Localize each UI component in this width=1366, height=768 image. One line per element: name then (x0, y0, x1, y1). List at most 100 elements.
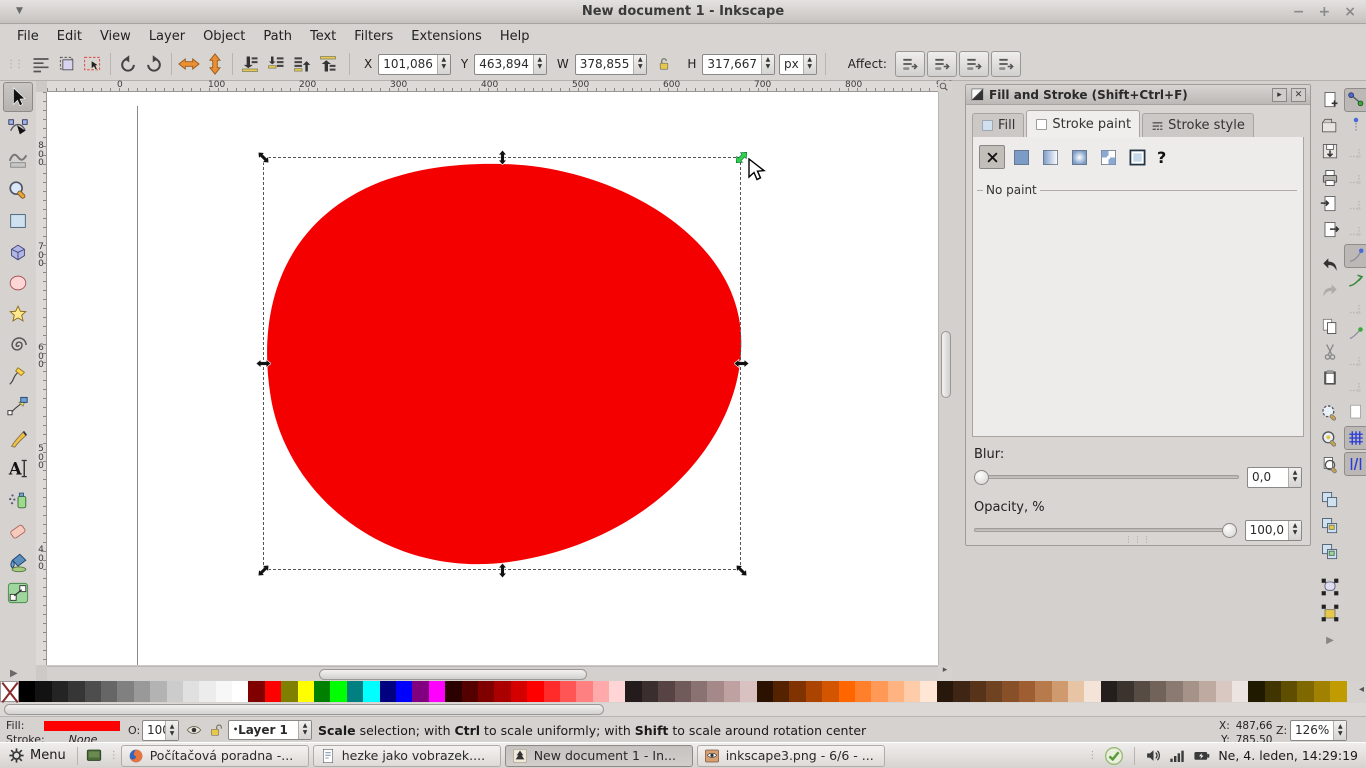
handle-n[interactable] (494, 149, 510, 165)
y-field[interactable]: 463,894▲▼ (474, 54, 547, 75)
deselect-icon[interactable] (80, 51, 106, 77)
palette-swatch[interactable] (544, 681, 560, 702)
palette-swatch[interactable] (330, 681, 346, 702)
network-signal-icon[interactable] (1169, 748, 1185, 764)
duplicate-button[interactable] (1318, 488, 1342, 512)
updates-ok-icon[interactable] (1104, 746, 1124, 766)
swatch-button[interactable] (1124, 145, 1150, 169)
import-document-button[interactable] (1318, 192, 1342, 216)
print-document-button[interactable] (1318, 166, 1342, 190)
palette-swatch[interactable] (888, 681, 904, 702)
zoom-selection-button[interactable] (1318, 401, 1342, 425)
palette-swatch[interactable] (314, 681, 330, 702)
battery-icon[interactable] (1192, 747, 1211, 764)
palette-swatch[interactable] (1199, 681, 1215, 702)
panel-detach-button[interactable]: ▸ (1272, 88, 1287, 102)
taskbar-window-image-viewer[interactable]: inkscape3.png - 6/6 - ... (697, 745, 885, 767)
palette-swatch[interactable] (757, 681, 773, 702)
snap-bounding-box-toggle[interactable] (1344, 114, 1366, 138)
palette-swatch[interactable] (970, 681, 986, 702)
palette-swatch[interactable] (691, 681, 707, 702)
save-document-button[interactable] (1318, 140, 1342, 164)
handle-s[interactable] (494, 562, 510, 578)
palette-swatch[interactable] (724, 681, 740, 702)
palette-swatch[interactable] (1330, 681, 1346, 702)
palette-swatch[interactable] (347, 681, 363, 702)
unknown-paint-button[interactable]: ? (1157, 148, 1166, 167)
palette-swatch[interactable] (920, 681, 936, 702)
palette-scroll-arrow[interactable]: ◂ (1359, 684, 1364, 695)
vertical-scrollbar[interactable] (938, 92, 952, 665)
align-dialog-button[interactable] (1318, 575, 1342, 599)
copy-button[interactable] (1318, 314, 1342, 338)
palette-scroll-thumb[interactable] (4, 704, 604, 715)
transform-stroke-toggle[interactable] (991, 51, 1021, 77)
layer-lock-icon[interactable] (208, 722, 224, 741)
commands-overflow-arrow[interactable]: ▶ (1326, 635, 1334, 646)
handle-nw[interactable] (255, 149, 271, 165)
palette-swatch[interactable] (871, 681, 887, 702)
snap-paths-toggle[interactable] (1344, 270, 1366, 294)
rectangle-tool[interactable] (3, 206, 33, 236)
palette-swatch[interactable] (1101, 681, 1117, 702)
horizontal-ruler[interactable]: 0100200300400500600700800900 (47, 81, 938, 92)
pattern-button[interactable] (1095, 145, 1121, 169)
tweak-tool[interactable] (3, 144, 33, 174)
snap-bbox-edges-toggle[interactable] (1344, 140, 1366, 164)
h-scroll-thumb[interactable] (319, 669, 587, 680)
menu-edit[interactable]: Edit (48, 26, 91, 47)
selector-tool[interactable] (3, 82, 33, 112)
palette-swatch[interactable] (740, 681, 756, 702)
snap-page-border-toggle[interactable] (1344, 400, 1366, 424)
palette-swatch[interactable] (707, 681, 723, 702)
spiral-tool[interactable] (3, 330, 33, 360)
layer-visibility-icon[interactable] (186, 722, 202, 741)
cut-button[interactable] (1318, 340, 1342, 364)
palette-swatch[interactable] (1084, 681, 1100, 702)
palette-swatch[interactable] (429, 681, 445, 702)
raise-icon[interactable] (289, 51, 315, 77)
export-document-button[interactable] (1318, 218, 1342, 242)
palette-swatch[interactable] (953, 681, 969, 702)
palette-swatch[interactable] (117, 681, 133, 702)
spray-tool[interactable] (3, 485, 33, 515)
palette-swatch[interactable] (363, 681, 379, 702)
window-menu-icon[interactable]: ▼ (16, 6, 23, 16)
w-field[interactable]: 378,855▲▼ (575, 54, 648, 75)
palette-swatch[interactable] (527, 681, 543, 702)
handle-w[interactable] (255, 355, 271, 371)
palette-swatch[interactable] (937, 681, 953, 702)
palette-swatch[interactable] (789, 681, 805, 702)
palette-swatch[interactable] (1216, 681, 1232, 702)
pen-tool[interactable] (3, 392, 33, 422)
palette-swatch[interactable] (609, 681, 625, 702)
palette-swatch[interactable] (150, 681, 166, 702)
palette-swatch[interactable] (167, 681, 183, 702)
radial-gradient-button[interactable] (1066, 145, 1092, 169)
select-all-layers-icon[interactable] (54, 51, 80, 77)
snap-enable-toggle[interactable] (1344, 88, 1366, 112)
palette-none-swatch[interactable] (0, 681, 19, 702)
snap-grid-toggle[interactable] (1344, 426, 1366, 450)
node-tool[interactable] (3, 113, 33, 143)
handle-e[interactable] (733, 355, 749, 371)
lock-ratio-icon[interactable] (651, 51, 677, 77)
snap-bbox-corners-toggle[interactable] (1344, 166, 1366, 190)
palette-swatch[interactable] (396, 681, 412, 702)
blur-field[interactable]: 0,0▲▼ (1247, 467, 1302, 488)
calligraphy-tool[interactable] (3, 423, 33, 453)
menu-text[interactable]: Text (301, 26, 345, 47)
palette-swatch[interactable] (773, 681, 789, 702)
menu-filters[interactable]: Filters (345, 26, 402, 47)
star-tool[interactable] (3, 299, 33, 329)
taskbar-window-document[interactable]: hezke jako vobrazek.... (313, 745, 501, 767)
ellipse-tool[interactable] (3, 268, 33, 298)
show-desktop-button[interactable] (81, 746, 107, 766)
close-button[interactable]: × (1344, 5, 1356, 19)
blur-slider[interactable] (974, 475, 1239, 479)
palette-swatch[interactable] (412, 681, 428, 702)
palette-swatch[interactable] (822, 681, 838, 702)
palette-swatch[interactable] (1117, 681, 1133, 702)
palette-swatch[interactable] (642, 681, 658, 702)
palette-swatch[interactable] (134, 681, 150, 702)
